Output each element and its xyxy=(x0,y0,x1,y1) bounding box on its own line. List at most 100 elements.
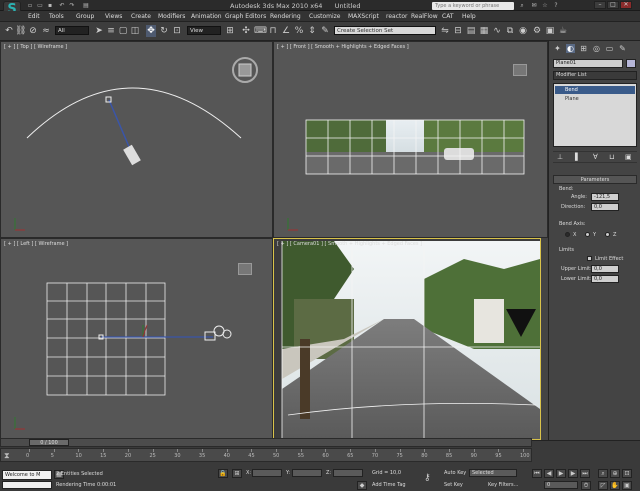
viewport-left-label[interactable]: [ + ] [ Left ] [ Wireframe ] xyxy=(4,241,68,247)
select-and-scale-icon[interactable]: ⊡ xyxy=(172,25,182,37)
set-key-button[interactable]: Set Key xyxy=(444,482,463,488)
axis-z-radio[interactable] xyxy=(605,232,610,237)
minimize-button[interactable]: – xyxy=(594,1,606,9)
favorites-icon[interactable]: ☆ xyxy=(541,2,549,9)
viewcube-compass-icon[interactable] xyxy=(231,56,259,84)
render-setup-icon[interactable]: ⚙ xyxy=(532,25,542,37)
menu-animation[interactable]: Animation xyxy=(191,13,222,20)
search-input[interactable]: Type a keyword or phrase xyxy=(432,2,514,10)
pan-view-icon[interactable]: ✋ xyxy=(610,481,620,490)
axis-y-radio[interactable] xyxy=(585,232,590,237)
select-and-move-icon[interactable]: ✥ xyxy=(146,25,156,37)
modifier-list-dropdown[interactable]: Modifier List xyxy=(553,71,637,80)
remove-modifier-icon[interactable]: ⊔ xyxy=(609,153,614,161)
time-configuration-icon[interactable]: ⏱ xyxy=(581,481,591,490)
pin-stack-icon[interactable]: ⊥ xyxy=(557,153,563,161)
key-mode-dropdown[interactable]: Selected xyxy=(469,469,517,477)
unlink-icon[interactable]: ⊘ xyxy=(28,25,38,37)
object-name-field[interactable]: Plane01 xyxy=(553,59,623,68)
viewport-top-label[interactable]: [ + ] [ Top ] [ Wireframe ] xyxy=(4,44,67,50)
hierarchy-tab-icon[interactable]: ⊞ xyxy=(579,44,588,53)
current-frame-field[interactable]: 0 xyxy=(544,481,578,489)
zoom-all-icon[interactable]: ⊕ xyxy=(610,469,620,478)
viewport-top[interactable]: [ + ] [ Top ] [ Wireframe ] xyxy=(0,41,273,238)
track-bar[interactable]: ⧗ 0 5 10 15 20 25 30 35 40 45 50 55 60 65 70 75 80 85 90 95… xyxy=(0,448,532,462)
graphite-modeling-tools-icon[interactable]: ▦ xyxy=(479,25,489,37)
limit-effect-checkbox[interactable] xyxy=(587,256,592,261)
new-file-icon[interactable]: ▫ xyxy=(26,2,34,9)
select-and-rotate-icon[interactable]: ↻ xyxy=(159,25,169,37)
x-coord-field[interactable] xyxy=(252,469,282,477)
lock-selection-icon[interactable]: 🔒 xyxy=(218,469,228,478)
menu-rendering[interactable]: Rendering xyxy=(270,13,301,20)
layer-manager-icon[interactable]: ▤ xyxy=(466,25,476,37)
menu-cat[interactable]: CAT xyxy=(442,13,454,20)
make-unique-icon[interactable]: ∀ xyxy=(593,153,598,161)
go-to-start-icon[interactable]: ⏮ xyxy=(532,469,542,478)
material-editor-icon[interactable]: ◉ xyxy=(518,25,528,37)
undo-scene-icon[interactable]: ↶ xyxy=(4,25,14,37)
parameters-rollout-header[interactable]: Parameters xyxy=(553,175,637,184)
object-color-swatch[interactable] xyxy=(626,59,636,68)
menu-reactor[interactable]: reactor xyxy=(386,13,408,20)
pivot-center-icon[interactable]: ⊞ xyxy=(225,25,235,37)
menu-realflow[interactable]: RealFlow xyxy=(411,13,438,20)
add-time-tag-button[interactable]: Add Time Tag xyxy=(372,482,406,488)
window-crossing-icon[interactable]: ◫ xyxy=(130,25,140,37)
save-file-icon[interactable]: ▪ xyxy=(46,2,54,9)
menu-maxscript[interactable]: MAXScript xyxy=(348,13,379,20)
named-selection-set-dropdown[interactable]: Create Selection Set xyxy=(334,26,436,35)
viewport-camera[interactable]: [ + ] [ Camera01 ] [ Smooth + Highlights… xyxy=(273,238,541,440)
direction-spinner[interactable]: 0,0 xyxy=(591,203,619,211)
menu-help[interactable]: Help xyxy=(462,13,476,20)
menu-modifiers[interactable]: Modifiers xyxy=(158,13,185,20)
reference-coordinate-dropdown[interactable]: View xyxy=(187,26,221,35)
schematic-view-icon[interactable]: ⧉ xyxy=(505,25,515,37)
configure-sets-icon[interactable]: ▣ xyxy=(625,153,632,161)
display-tab-icon[interactable]: ▭ xyxy=(605,44,614,53)
help-icon[interactable]: ? xyxy=(552,2,560,9)
angle-snap-icon[interactable]: ∠ xyxy=(281,25,291,37)
spinner-snap-icon[interactable]: ⇕ xyxy=(307,25,317,37)
redo-icon[interactable]: ↷ xyxy=(68,2,76,9)
previous-frame-icon[interactable]: ◀ xyxy=(544,469,554,478)
communication-center-icon[interactable]: ✉ xyxy=(530,2,538,9)
render-production-icon[interactable]: ☕ xyxy=(558,25,568,37)
zoom-extents-icon[interactable]: ⊡ xyxy=(622,469,632,478)
utilities-tab-icon[interactable]: ✎ xyxy=(618,44,627,53)
motion-tab-icon[interactable]: ◎ xyxy=(592,44,601,53)
menu-edit[interactable]: Edit xyxy=(28,13,40,20)
modify-tab-icon[interactable]: ◐ xyxy=(566,44,575,53)
menu-views[interactable]: Views xyxy=(105,13,122,20)
selection-filter-dropdown[interactable]: All xyxy=(55,26,89,35)
time-tag-icon[interactable]: ◆ xyxy=(357,481,367,490)
project-folder-icon[interactable]: ▤ xyxy=(82,2,90,9)
show-end-result-icon[interactable]: ▌ xyxy=(575,153,580,161)
y-coord-field[interactable] xyxy=(292,469,322,477)
close-button[interactable]: ✕ xyxy=(620,1,632,9)
maximize-viewport-icon[interactable]: ▣ xyxy=(622,481,632,490)
menu-customize[interactable]: Customize xyxy=(309,13,341,20)
stack-item-plane[interactable]: Plane xyxy=(555,95,635,103)
maxscript-listener-output[interactable] xyxy=(2,481,52,489)
align-icon[interactable]: ⊟ xyxy=(453,25,463,37)
field-of-view-icon[interactable]: ◸ xyxy=(598,481,608,490)
keyboard-shortcut-override-icon[interactable]: ⌨ xyxy=(254,25,267,37)
maximize-button[interactable]: □ xyxy=(607,1,619,9)
time-slider-thumb[interactable]: 0 / 100 xyxy=(29,439,69,446)
go-to-end-icon[interactable]: ⏭ xyxy=(580,469,590,478)
undo-icon[interactable]: ↶ xyxy=(58,2,66,9)
menu-group[interactable]: Group xyxy=(76,13,94,20)
absolute-mode-icon[interactable]: ⊞ xyxy=(232,469,242,478)
axis-x-radio[interactable] xyxy=(565,232,570,237)
play-icon[interactable]: ▶ xyxy=(556,469,566,478)
rendered-frame-window-icon[interactable]: ▣ xyxy=(545,25,555,37)
open-file-icon[interactable]: ▭ xyxy=(36,2,44,9)
menu-tools[interactable]: Tools xyxy=(49,13,64,20)
viewport-camera-label[interactable]: [ + ] [ Camera01 ] [ Smooth + Highlights… xyxy=(277,241,422,247)
select-and-manipulate-icon[interactable]: ✣ xyxy=(241,25,251,37)
select-object-icon[interactable]: ➤ xyxy=(94,25,104,37)
time-slider[interactable]: 0 / 100 xyxy=(0,438,532,447)
curve-editor-icon[interactable]: ∿ xyxy=(492,25,502,37)
lower-limit-spinner[interactable]: 0,0 xyxy=(591,275,619,283)
